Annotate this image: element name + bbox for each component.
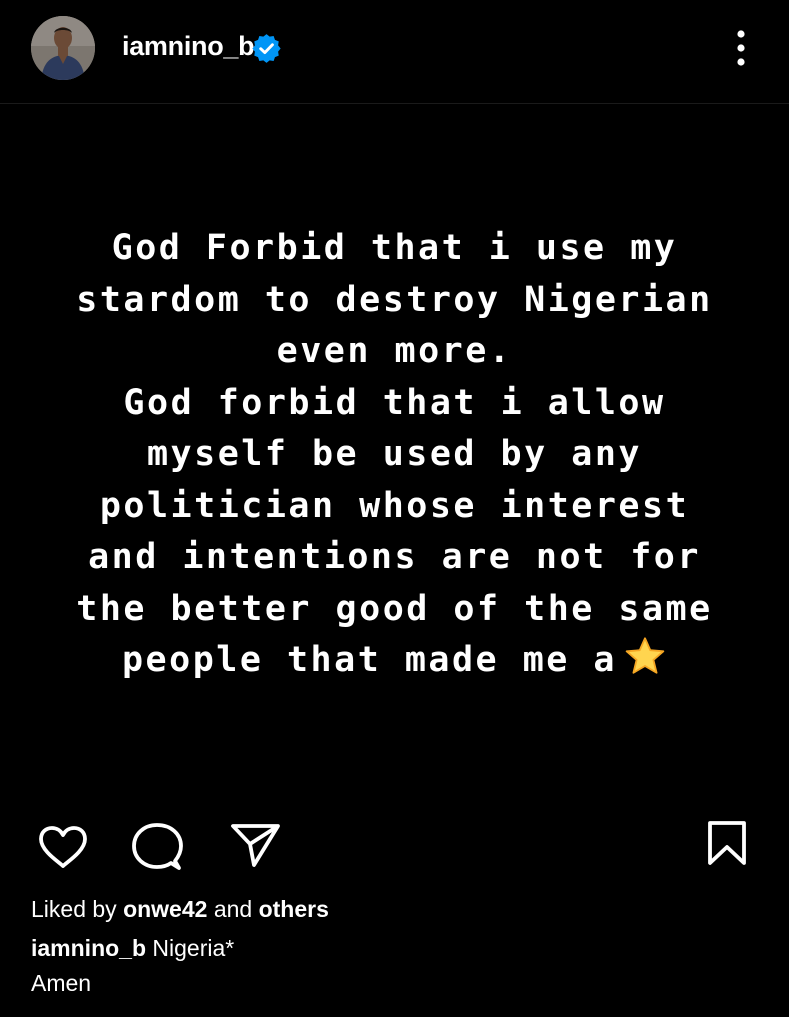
post-text-line: the better good of the same [76,588,713,629]
send-icon[interactable] [230,822,282,873]
post-text-line: God Forbid that i use my [111,228,678,268]
heart-icon[interactable] [37,825,89,874]
post-text-line: politician whose interest [99,485,690,526]
verified-badge-icon [252,34,281,63]
post-text-line: God forbid that i allow [123,382,666,423]
post-text-line: even more. [276,331,513,371]
bookmark-icon[interactable] [706,820,748,871]
more-vertical-icon[interactable] [724,26,758,70]
caption-username[interactable]: iamnino_b [31,935,146,961]
likes-others[interactable]: others [259,896,329,922]
post-text-line: and intentions are not for [88,537,701,577]
profile-photo [31,16,95,80]
post-text-line: stardom to destroy Nigerian [76,279,713,320]
likes-user[interactable]: onwe42 [123,896,207,922]
likes-summary[interactable]: Liked by onwe42 and others [31,896,329,923]
post-header: iamnino_b [0,0,789,104]
post-image[interactable]: God Forbid that i use my stardom to dest… [0,105,789,795]
likes-prefix: Liked by [31,896,117,922]
post-text-block: God Forbid that i use my stardom to dest… [10,223,779,687]
caption-text: Nigeria* [152,935,235,961]
comment-icon[interactable] [131,822,183,877]
star-emoji-icon [623,635,667,679]
caption: iamnino_b Nigeria* [31,935,234,962]
likes-middle: and [213,896,253,922]
caption-second-line: Amen [31,970,92,996]
post-text-line-last: people that made me a [10,635,779,687]
post-text-line: people that made me a [121,640,617,680]
post-text-line: myself be used by any [146,434,642,474]
avatar[interactable] [31,16,95,80]
header-username[interactable]: iamnino_b [122,31,255,62]
